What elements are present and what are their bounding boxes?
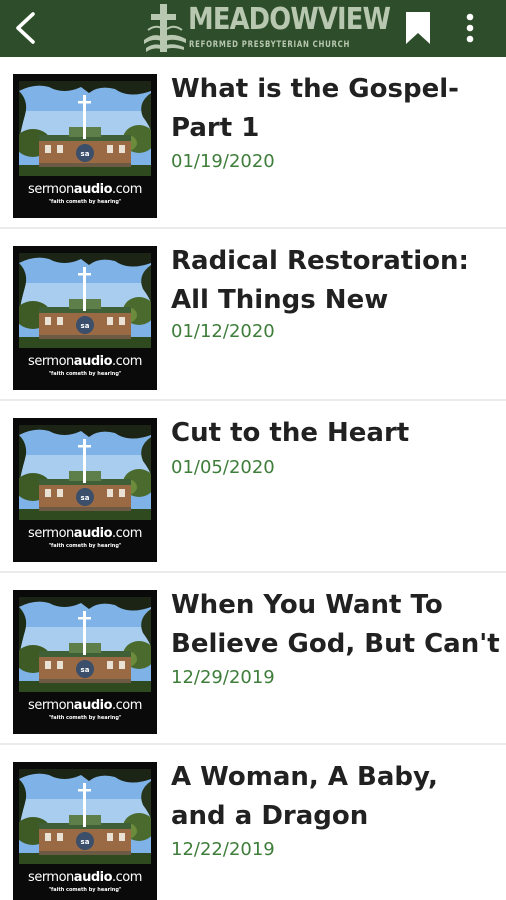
- sermon-list-item[interactable]: sa sermonaudio.com "faith cometh by heari…: [0, 57, 506, 229]
- svg-text:sa: sa: [81, 322, 90, 330]
- back-button[interactable]: [4, 6, 48, 50]
- sermon-title: When You Want To Believe God, But Can't: [171, 590, 500, 659]
- sermon-list-item[interactable]: sa sermonaudio.com "faith cometh by heari…: [0, 401, 506, 573]
- sermonaudio-logo: sermonaudio.com: [28, 182, 142, 197]
- sermon-title: A Woman, A Baby, and a Dragon: [171, 762, 438, 831]
- church-logo: MEADOWVIEW REFORMED PRESBYTERIAN CHURCH: [142, 2, 391, 54]
- sermonaudio-tagline: "faith cometh by hearing": [48, 887, 122, 893]
- sermon-date: 01/05/2020: [171, 457, 275, 478]
- bookmark-button[interactable]: [398, 8, 438, 48]
- church-photo: sa: [19, 597, 151, 692]
- church-photo: sa: [19, 253, 151, 348]
- sermon-date: 01/12/2020: [171, 321, 275, 342]
- sermon-list-item[interactable]: sa sermonaudio.com "faith cometh by heari…: [0, 573, 506, 745]
- svg-text:sa: sa: [81, 666, 90, 674]
- sermon-thumbnail: sa sermonaudio.com "faith cometh by heari…: [13, 590, 157, 734]
- sermonaudio-logo: sermonaudio.com: [28, 526, 142, 541]
- sermon-list-item[interactable]: sa sermonaudio.com "faith cometh by heari…: [0, 745, 506, 900]
- church-photo: sa: [19, 769, 151, 864]
- sermonaudio-tagline: "faith cometh by hearing": [48, 199, 122, 205]
- sermon-thumbnail: sa sermonaudio.com "faith cometh by heari…: [13, 762, 157, 900]
- sermon-date: 12/22/2019: [171, 839, 275, 860]
- arrow-back-icon: [16, 12, 35, 44]
- sermonaudio-logo: sermonaudio.com: [28, 698, 142, 713]
- overflow-menu-button[interactable]: [450, 8, 490, 48]
- sermon-thumbnail: sa sermonaudio.com "faith cometh by heari…: [13, 418, 157, 562]
- sermonaudio-tagline: "faith cometh by hearing": [48, 543, 122, 549]
- sermon-title: Cut to the Heart: [171, 418, 410, 448]
- svg-text:sa: sa: [81, 150, 90, 158]
- sermon-list: sa sermonaudio.com "faith cometh by heari…: [0, 57, 506, 900]
- church-photo: sa: [19, 81, 151, 176]
- sermon-date: 12/29/2019: [171, 667, 275, 688]
- more-vert-icon: [466, 13, 474, 43]
- svg-text:sa: sa: [81, 838, 90, 846]
- cross-logo-icon: [144, 4, 186, 52]
- sermon-title: What is the Gospel- Part 1: [171, 74, 459, 143]
- sermon-thumbnail: sa sermonaudio.com "faith cometh by heari…: [13, 246, 157, 390]
- sermon-date: 01/19/2020: [171, 151, 275, 172]
- app-bar: MEADOWVIEW REFORMED PRESBYTERIAN CHURCH: [0, 0, 506, 57]
- logo-name: MEADOWVIEW: [188, 2, 391, 37]
- sermon-thumbnail: sa sermonaudio.com "faith cometh by heari…: [13, 74, 157, 218]
- bookmark-icon: [406, 12, 430, 44]
- sermonaudio-tagline: "faith cometh by hearing": [48, 715, 122, 721]
- church-photo: sa: [19, 425, 151, 520]
- logo-subtitle: REFORMED PRESBYTERIAN CHURCH: [189, 40, 351, 50]
- sermon-list-item[interactable]: sa sermonaudio.com "faith cometh by heari…: [0, 229, 506, 401]
- svg-text:sa: sa: [81, 494, 90, 502]
- sermonaudio-tagline: "faith cometh by hearing": [48, 371, 122, 377]
- sermon-title: Radical Restoration: All Things New: [171, 246, 469, 315]
- sermonaudio-logo: sermonaudio.com: [28, 354, 142, 369]
- sermonaudio-logo: sermonaudio.com: [28, 870, 142, 885]
